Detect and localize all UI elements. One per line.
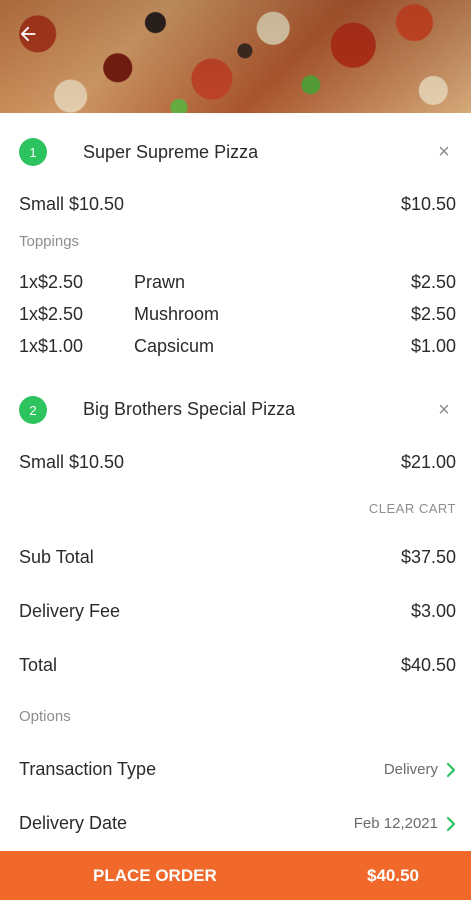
toppings-heading: Toppings [19, 233, 80, 250]
item-1-size-price: $10.50 [400, 194, 456, 214]
total-row: Total $40.50 [19, 655, 456, 676]
item-number-badge: 2 [19, 396, 47, 424]
back-button[interactable] [12, 18, 44, 50]
header-food-image [0, 0, 471, 113]
subtotal-label: Sub Total [19, 547, 94, 567]
remove-item-1-button[interactable]: × [432, 141, 456, 164]
delivery-date-selector[interactable]: Feb 12,2021 [354, 815, 456, 832]
item-2-title: Big Brothers Special Pizza [83, 399, 296, 419]
topping-name: Prawn [134, 272, 186, 292]
chevron-right-icon [446, 816, 456, 831]
place-order-amount: $40.50 [367, 865, 419, 885]
toppings-heading-row: Toppings [19, 233, 456, 250]
item-2-size-row: Small $10.50 $21.00 [19, 452, 456, 473]
item-1-size-label: Small $10.50 [19, 194, 125, 214]
subtotal-value: $37.50 [400, 547, 456, 567]
transaction-type-label: Transaction Type [19, 759, 157, 779]
total-label: Total [19, 655, 58, 675]
topping-row: 1x$2.50 Prawn $2.50 [19, 272, 456, 293]
delivery-fee-value: $3.00 [410, 601, 456, 621]
topping-price: $2.50 [410, 304, 456, 324]
topping-row: 1x$2.50 Mushroom $2.50 [19, 304, 456, 325]
delivery-fee-label: Delivery Fee [19, 601, 121, 621]
transaction-type-selector[interactable]: Delivery [384, 761, 456, 778]
item-2-size-price: $21.00 [400, 452, 456, 472]
item-2-size-label: Small $10.50 [19, 452, 125, 472]
chevron-right-icon [446, 762, 456, 777]
total-value: $40.50 [400, 655, 456, 675]
topping-name: Mushroom [134, 304, 220, 324]
clear-cart-button[interactable]: CLEAR CART [369, 501, 456, 516]
delivery-fee-row: Delivery Fee $3.00 [19, 601, 456, 622]
arrow-left-icon [20, 26, 36, 42]
item-1-title: Super Supreme Pizza [83, 142, 259, 162]
delivery-date-label: Delivery Date [19, 813, 128, 833]
item-number-badge: 1 [19, 138, 47, 166]
topping-qty: 1x$2.50 [19, 272, 84, 292]
topping-price: $2.50 [410, 272, 456, 292]
place-order-label: PLACE ORDER [93, 865, 217, 885]
options-heading: Options [19, 708, 71, 725]
remove-item-2-button[interactable]: × [432, 399, 456, 422]
subtotal-row: Sub Total $37.50 [19, 547, 456, 568]
options-heading-row: Options [19, 708, 456, 725]
delivery-date-value: Feb 12,2021 [353, 815, 438, 832]
item-1-size-row: Small $10.50 $10.50 [19, 194, 456, 215]
topping-qty: 1x$1.00 [19, 336, 84, 356]
topping-name: Capsicum [134, 336, 215, 356]
delivery-date-row[interactable]: Delivery Date Feb 12,2021 [19, 813, 456, 834]
transaction-type-row[interactable]: Transaction Type Delivery [19, 759, 456, 780]
topping-row: 1x$1.00 Capsicum $1.00 [19, 336, 456, 357]
place-order-button[interactable]: PLACE ORDER $40.50 [0, 851, 471, 900]
topping-qty: 1x$2.50 [19, 304, 84, 324]
transaction-type-value: Delivery [383, 761, 438, 778]
topping-price: $1.00 [410, 336, 456, 356]
